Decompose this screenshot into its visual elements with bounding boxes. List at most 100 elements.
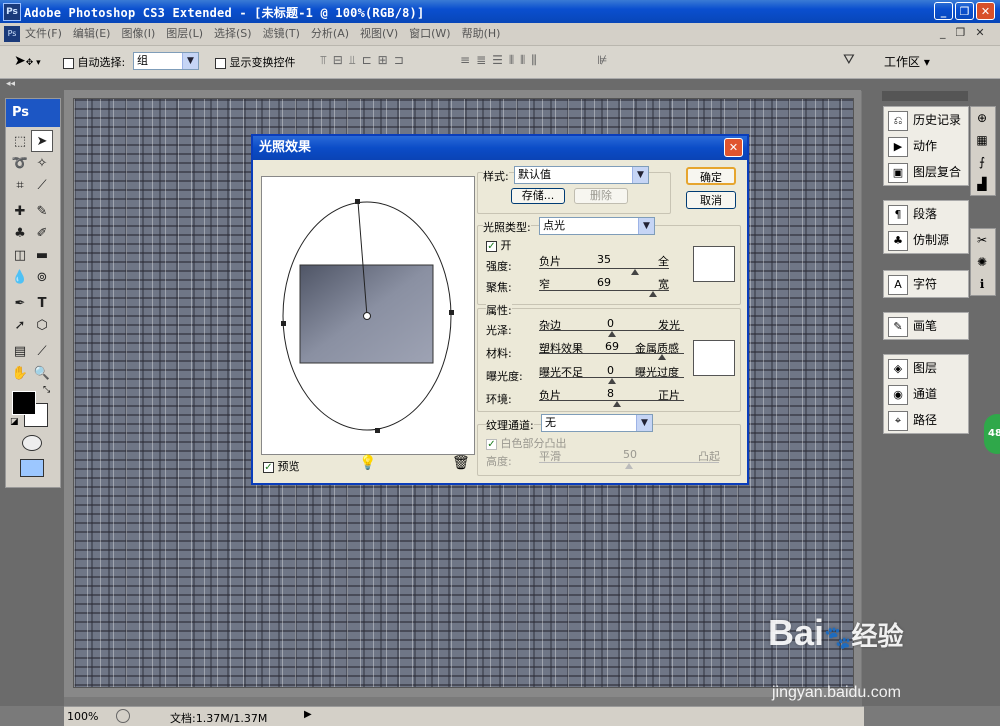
align-right-icon[interactable]: ⊐ [394,53,410,67]
trash-icon[interactable]: 🗑 [452,455,470,471]
shape-tool-icon[interactable]: ⬡ [31,315,53,337]
close-button[interactable]: ✕ [976,2,995,20]
magic-wand-tool-icon[interactable]: ✧ [31,153,53,175]
auto-select-option[interactable]: 自动选择: [63,54,125,70]
light-type-dropdown[interactable]: 点光 ▼ [539,217,655,235]
menu-help[interactable]: 帮助(H) [462,23,501,45]
healing-brush-tool-icon[interactable]: ✚ [9,201,31,223]
menu-file[interactable]: 文件(F) [25,23,62,45]
ambience-color-swatch[interactable] [693,340,735,376]
focus-slider-thumb[interactable] [649,291,658,297]
cancel-button[interactable]: 取消 [686,191,736,209]
workspace-menu[interactable]: 工作区 ▾ [884,53,930,70]
texture-channel-dropdown[interactable]: 无 ▼ [541,414,653,432]
type-tool-icon[interactable]: T [31,293,53,315]
status-menu-arrow-icon[interactable]: ▶ [304,709,312,720]
distribute-vcenter-icon[interactable]: ≣ [476,53,492,67]
styles-icon[interactable]: ⨍ [971,151,993,173]
panel-layer-comps[interactable]: ▣ 图层复合 [884,159,968,185]
style-dropdown[interactable]: 默认值 ▼ [514,166,649,184]
history-brush-tool-icon[interactable]: ✐ [31,223,53,245]
panel-actions[interactable]: ▶ 动作 [884,133,968,159]
default-colors-icon[interactable]: ◪ [10,417,19,427]
collapse-left-icon[interactable]: ◂◂ [6,79,15,89]
panel-character[interactable]: A 字符 [884,271,968,297]
minimize-button[interactable]: _ [934,2,953,20]
panel-paths[interactable]: ⌖ 路径 [884,407,968,433]
dodge-tool-icon[interactable]: ⊚ [31,267,53,289]
ok-button[interactable]: 确定 [686,167,736,185]
auto-align-icon[interactable]: ⊯ [597,53,607,67]
light-right-handle[interactable] [449,310,454,315]
menu-analysis[interactable]: 分析(A) [311,23,349,45]
eyedropper2-tool-icon[interactable]: ⟋ [31,341,53,363]
menu-view[interactable]: 视图(V) [360,23,398,45]
menu-edit[interactable]: 编辑(E) [73,23,111,45]
show-transform-checkbox[interactable] [215,57,226,69]
align-bottom-icon[interactable]: ⫫ [349,53,362,68]
align-vcenter-icon[interactable]: ⊟ [333,53,349,67]
intensity-slider-thumb[interactable] [631,269,640,275]
blur-tool-icon[interactable]: 💧 [9,267,31,289]
doc-restore-button[interactable]: ❐ [956,26,976,39]
info-icon[interactable]: ℹ [971,273,993,295]
tool-presets-icon[interactable]: ✂ [971,229,993,251]
distribute-hcenter-icon[interactable]: ⫴ [520,53,531,68]
delete-style-button[interactable]: 删除 [574,188,628,204]
light-top-handle[interactable] [355,199,360,204]
light-bottom-handle[interactable] [375,428,380,433]
align-left-icon[interactable]: ⊏ [362,53,378,67]
zoom-tool-icon[interactable]: 🔍 [31,363,53,385]
menu-filter[interactable]: 滤镜(T) [263,23,300,45]
save-style-button[interactable]: 存储... [511,188,565,204]
screen-mode-icon[interactable] [20,459,44,477]
preview-option[interactable]: 预览 [263,458,300,474]
panel-clone-source[interactable]: ♣ 仿制源 [884,227,968,253]
menu-layer[interactable]: 图层(L) [166,23,203,45]
lasso-tool-icon[interactable]: ➰ [9,153,31,175]
light-center-handle[interactable] [363,312,371,320]
distribute-bottom-icon[interactable]: ☰ [492,53,509,67]
marquee-tool-icon[interactable]: ⬚ [9,131,31,153]
light-preview[interactable] [261,176,475,455]
auto-select-dropdown[interactable]: 组 ▼ [133,52,199,70]
histogram-icon[interactable]: ▟ [971,173,993,195]
height-slider-thumb[interactable] [625,463,633,469]
zoom-level[interactable]: 100% [67,710,98,723]
auto-select-checkbox[interactable] [63,57,74,69]
panel-brushes[interactable]: ✎ 画笔 [884,313,968,339]
navigator-icon[interactable]: ⊕ [971,107,993,129]
crop-tool-icon[interactable]: ⌗ [9,175,31,197]
notes-tool-icon[interactable]: ▤ [9,341,31,363]
align-top-icon[interactable]: ⫪ [320,53,333,68]
panel-paragraph[interactable]: ¶ 段落 [884,201,968,227]
status-info-icon[interactable] [116,709,130,723]
eyedropper-tool-icon[interactable]: ⟋ [31,175,53,197]
brush-tool-icon[interactable]: ✎ [31,201,53,223]
eraser-tool-icon[interactable]: ◫ [9,245,31,267]
preview-checkbox[interactable] [263,461,274,473]
side-badge[interactable]: 48 [984,414,1000,454]
panel-layers[interactable]: ◈ 图层 [884,355,968,381]
menu-image[interactable]: 图像(I) [121,23,155,45]
menu-window[interactable]: 窗口(W) [409,23,450,45]
show-transform-option[interactable]: 显示变换控件 [215,54,296,70]
distribute-top-icon[interactable]: ≡ [460,53,476,67]
bridge-icon[interactable]: ⛛ [843,52,855,68]
move-tool-icon[interactable]: ➤✥ ▾ [14,53,41,69]
ambience-slider-thumb[interactable] [613,401,622,407]
white-high-checkbox[interactable] [486,438,497,450]
light-on-checkbox[interactable] [486,240,497,252]
dialog-close-button[interactable]: ✕ [724,138,743,157]
clone-stamp-tool-icon[interactable]: ♣ [9,223,31,245]
align-hcenter-icon[interactable]: ⊞ [378,53,394,67]
quick-mask-icon[interactable] [22,435,42,451]
gradient-tool-icon[interactable]: ▬ [31,245,53,267]
material-slider-thumb[interactable] [658,354,667,360]
doc-minimize-button[interactable]: _ [940,26,956,39]
swatches-icon[interactable]: ▦ [971,129,993,151]
doc-close-button[interactable]: ✕ [975,26,994,39]
light-color-swatch[interactable] [693,246,735,282]
panel-channels[interactable]: ◉ 通道 [884,381,968,407]
pen-tool-icon[interactable]: ✒ [9,293,31,315]
